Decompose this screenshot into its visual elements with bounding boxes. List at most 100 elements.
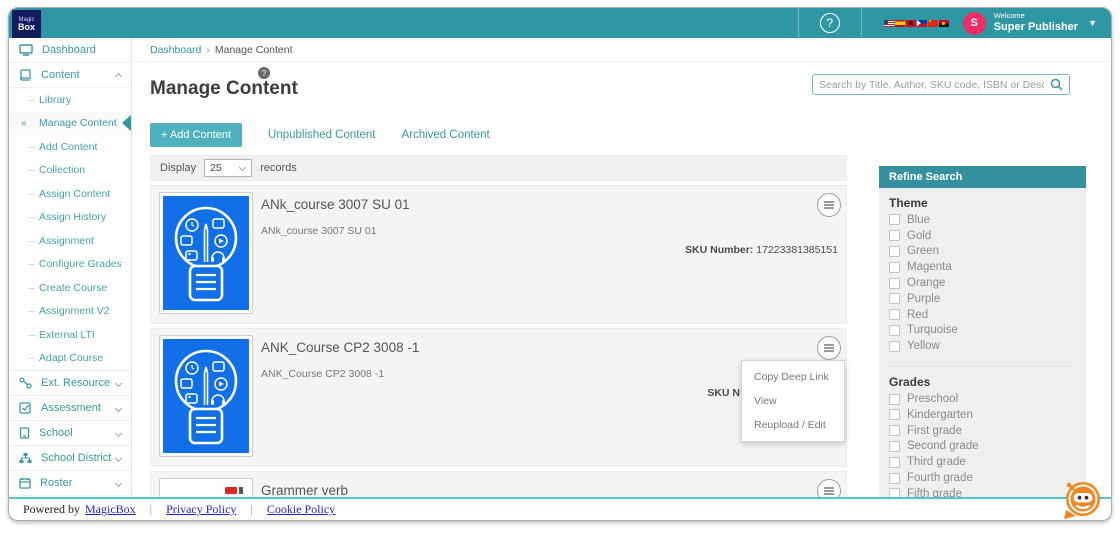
language-flags[interactable] xyxy=(883,19,949,27)
sidebar-subitem-assignment[interactable]: Assignment xyxy=(9,229,131,253)
user-welcome[interactable]: Welcome Super Publisher xyxy=(994,12,1078,33)
checkbox[interactable] xyxy=(889,293,900,305)
search-icon[interactable] xyxy=(1050,78,1063,91)
tab-archived-content[interactable]: Archived Content xyxy=(401,129,489,141)
menu-item-view[interactable]: View xyxy=(742,389,844,413)
subitem-label: External LTI xyxy=(39,328,95,341)
grade-option-fifth[interactable]: Fifth grade xyxy=(889,486,1076,497)
menu-item-reupload-edit[interactable]: Reupload / Edit xyxy=(742,413,844,437)
sidebar-subitem-adapt-course[interactable]: Adapt Course xyxy=(9,347,131,371)
checkbox[interactable] xyxy=(889,440,900,452)
refine-search-header: Refine Search xyxy=(879,166,1086,188)
subitem-label: Library xyxy=(39,93,72,106)
checkbox[interactable] xyxy=(889,230,900,242)
sidebar-item-label: School xyxy=(39,427,73,439)
sidebar-item-ext-resource[interactable]: Ext. Resource xyxy=(9,371,131,396)
sidebar-subitem-manage-content[interactable]: » Manage Content xyxy=(9,111,131,135)
user-menu-caret-icon[interactable]: ▼ xyxy=(1088,18,1097,28)
course-thumbnail[interactable] xyxy=(159,335,253,457)
checkbox-label: Fourth grade xyxy=(907,472,973,485)
theme-option-magenta[interactable]: Magenta xyxy=(889,259,1076,275)
sidebar-subitem-add-content[interactable]: Add Content xyxy=(9,135,131,159)
flag-us-icon[interactable] xyxy=(883,19,894,27)
page-size-select[interactable]: 25 xyxy=(204,159,253,177)
theme-option-yellow[interactable]: Yellow xyxy=(889,338,1076,354)
course-thumbnail[interactable] xyxy=(159,192,253,314)
subitem-label: Add Content xyxy=(39,140,98,153)
flag-angola-icon[interactable] xyxy=(938,19,949,27)
sidebar-item-school[interactable]: School xyxy=(9,421,131,446)
sidebar-item-roster[interactable]: Roster xyxy=(9,471,131,496)
tab-unpublished-content[interactable]: Unpublished Content xyxy=(268,129,375,141)
search-input[interactable] xyxy=(813,78,1050,91)
grade-option-kindergarten[interactable]: Kindergarten xyxy=(889,407,1076,423)
sidebar-subitem-external-lti[interactable]: External LTI xyxy=(9,323,131,347)
flag-philippines-icon[interactable] xyxy=(916,19,927,27)
row-actions-menu-icon[interactable] xyxy=(817,336,841,360)
content-title[interactable]: Grammer verb xyxy=(261,483,348,497)
breadcrumb-dashboard-link[interactable]: Dashboard xyxy=(150,44,201,56)
help-icon[interactable]: ? xyxy=(819,13,840,33)
sidebar-subitem-collection[interactable]: Collection xyxy=(9,159,131,183)
content-title[interactable]: ANK_Course CP2 3008 -1 xyxy=(261,340,419,355)
checkbox[interactable] xyxy=(889,340,900,352)
checkbox[interactable] xyxy=(889,393,900,405)
checkbox[interactable] xyxy=(889,214,900,226)
sidebar-subitem-library[interactable]: Library xyxy=(9,88,131,112)
theme-option-turquoise[interactable]: Turquoise xyxy=(889,323,1076,339)
checkbox[interactable] xyxy=(889,409,900,421)
checkbox[interactable] xyxy=(889,324,900,336)
checkbox[interactable] xyxy=(889,261,900,273)
magicbox-footer-link[interactable]: MagicBox xyxy=(85,502,136,517)
theme-option-purple[interactable]: Purple xyxy=(889,291,1076,307)
sidebar-item-content[interactable]: Content xyxy=(9,63,131,88)
privacy-policy-link[interactable]: Privacy Policy xyxy=(166,502,236,517)
grade-option-first[interactable]: First grade xyxy=(889,423,1076,439)
course-thumbnail[interactable] xyxy=(159,478,253,497)
sidebar-subitem-assign-history[interactable]: Assign History xyxy=(9,206,131,230)
sidebar-item-label: Dashboard xyxy=(42,44,96,56)
subitem-label: Create Course xyxy=(39,281,108,294)
content-title[interactable]: ANk_course 3007 SU 01 xyxy=(261,197,410,212)
title-help-icon[interactable]: ? xyxy=(258,67,270,79)
checkbox[interactable] xyxy=(889,456,900,468)
sidebar-subitem-assignment-v2[interactable]: Assignment V2 xyxy=(9,300,131,324)
checkbox-label: Fifth grade xyxy=(907,487,962,497)
sidebar-subitem-create-course[interactable]: Create Course xyxy=(9,276,131,300)
flag-china-icon[interactable] xyxy=(927,19,938,27)
theme-option-green[interactable]: Green xyxy=(889,244,1076,260)
sidebar-subitem-assign-content[interactable]: Assign Content xyxy=(9,182,131,206)
add-content-button[interactable]: + Add Content xyxy=(150,123,243,147)
footer-divider: | xyxy=(250,502,253,516)
flag-spain-icon[interactable] xyxy=(894,19,905,27)
theme-option-orange[interactable]: Orange xyxy=(889,275,1076,291)
flag-albania-icon[interactable] xyxy=(905,19,916,27)
grade-option-third[interactable]: Third grade xyxy=(889,454,1076,470)
menu-item-copy-deep-link[interactable]: Copy Deep Link xyxy=(742,365,844,389)
grade-option-preschool[interactable]: Preschool xyxy=(889,391,1076,407)
magicbox-logo[interactable]: Magic Box xyxy=(12,10,41,38)
checkbox-label: Purple xyxy=(907,292,941,305)
grade-option-second[interactable]: Second grade xyxy=(889,439,1076,455)
checkbox[interactable] xyxy=(889,425,900,437)
sidebar-item-dashboard[interactable]: Dashboard xyxy=(9,38,131,63)
theme-option-red[interactable]: Red xyxy=(889,307,1076,323)
checkbox[interactable] xyxy=(889,245,900,257)
sidebar-item-school-district[interactable]: School District xyxy=(9,446,131,471)
row-actions-menu-icon[interactable] xyxy=(817,479,841,497)
user-avatar[interactable]: S xyxy=(962,11,986,35)
cookie-policy-link[interactable]: Cookie Policy xyxy=(267,502,335,517)
theme-option-blue[interactable]: Blue xyxy=(889,212,1076,228)
sidebar-item-assessment[interactable]: Assessment xyxy=(9,396,131,421)
sidebar-subitem-configure-grades[interactable]: Configure Grades xyxy=(9,253,131,277)
sidebar-item-label: Content xyxy=(41,69,80,81)
checkbox[interactable] xyxy=(889,472,900,484)
sku-label: SKU Number: xyxy=(685,244,754,256)
theme-option-gold[interactable]: Gold xyxy=(889,228,1076,244)
checkbox[interactable] xyxy=(889,277,900,289)
chat-bot-icon[interactable] xyxy=(1061,478,1103,520)
row-actions-menu-icon[interactable] xyxy=(817,193,841,217)
grade-option-fourth[interactable]: Fourth grade xyxy=(889,470,1076,486)
checkbox[interactable] xyxy=(889,488,900,497)
checkbox[interactable] xyxy=(889,309,900,321)
